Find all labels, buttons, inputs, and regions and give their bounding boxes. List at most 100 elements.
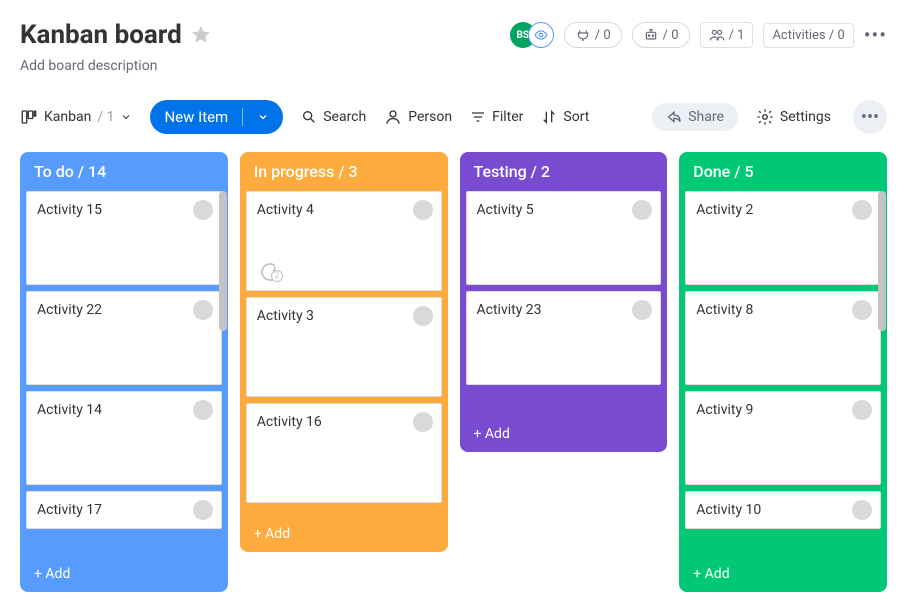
card-assignee-avatar[interactable] <box>852 500 872 520</box>
card-title: Activity 3 <box>257 308 431 324</box>
column-done: Done / 5Activity 2Activity 8Activity 9Ac… <box>679 152 887 592</box>
card-assignee-avatar[interactable] <box>413 306 433 326</box>
activities-button[interactable]: Activities / 0 <box>763 23 853 48</box>
kanban-board: To do / 14Activity 15Activity 22Activity… <box>10 152 897 592</box>
filter-button[interactable]: Filter <box>470 109 523 125</box>
watch-icon <box>528 22 554 48</box>
add-card-button[interactable]: + Add <box>20 556 228 592</box>
scrollbar-thumb[interactable] <box>878 191 886 331</box>
gear-icon <box>756 108 774 126</box>
search-icon <box>301 109 317 125</box>
column-body: Activity 2 Activity 8 Activity 9 Activity 1… <box>679 191 887 556</box>
people-count: / 1 <box>729 28 745 43</box>
view-label: Kanban <box>44 109 91 125</box>
settings-label: Settings <box>780 109 831 125</box>
share-button[interactable]: Share <box>652 103 738 131</box>
card-assignee-avatar[interactable] <box>193 500 213 520</box>
board-members[interactable]: BS <box>510 22 554 48</box>
card-title: Activity 5 <box>477 202 651 218</box>
column-todo: To do / 14Activity 15Activity 22Activity… <box>20 152 228 592</box>
card-title: Activity 16 <box>257 414 431 430</box>
comment-icon[interactable]: 2 <box>257 260 293 284</box>
column-progress: In progress / 3Activity 42Activity 3Acti… <box>240 152 448 552</box>
board-description[interactable]: Add board description <box>20 56 887 74</box>
people-button[interactable]: / 1 <box>700 22 754 48</box>
card-title: Activity 17 <box>37 502 211 518</box>
kanban-card[interactable]: Activity 17 <box>26 491 222 529</box>
add-card-button[interactable]: + Add <box>679 556 887 592</box>
column-testing: Testing / 2 Activity 5 Activity 23 + Add <box>460 152 668 452</box>
integration-count: / 0 <box>663 28 679 43</box>
kanban-card[interactable]: Activity 4 2 <box>246 191 442 291</box>
chevron-down-icon <box>120 111 132 123</box>
search-label: Search <box>323 109 366 125</box>
new-item-label: New Item <box>164 108 228 126</box>
more-menu-icon[interactable]: ••• <box>864 23 887 47</box>
kanban-card[interactable]: Activity 5 <box>466 191 662 285</box>
share-label: Share <box>688 109 724 125</box>
column-header[interactable]: Done / 5 <box>679 152 887 191</box>
card-title: Activity 10 <box>696 502 870 518</box>
people-icon <box>709 27 725 43</box>
card-assignee-avatar[interactable] <box>852 300 872 320</box>
column-header[interactable]: In progress / 3 <box>240 152 448 191</box>
sort-button[interactable]: Sort <box>541 109 589 125</box>
button-divider <box>242 108 243 126</box>
kanban-card[interactable]: Activity 10 <box>685 491 881 529</box>
filter-icon <box>470 109 486 125</box>
column-body: Activity 4 2 Activity 3 Activity 16 <box>240 191 448 516</box>
card-assignee-avatar[interactable] <box>193 200 213 220</box>
robot-icon <box>643 27 659 43</box>
plug-icon <box>575 27 591 43</box>
card-assignee-avatar[interactable] <box>852 200 872 220</box>
card-title: Activity 15 <box>37 202 211 218</box>
share-icon <box>666 109 682 125</box>
search-button[interactable]: Search <box>301 109 366 125</box>
view-count: / 1 <box>97 109 114 125</box>
card-assignee-avatar[interactable] <box>193 300 213 320</box>
card-title: Activity 4 <box>257 202 431 218</box>
column-body: Activity 15 Activity 22 Activity 14 Activit… <box>20 191 228 556</box>
add-card-button[interactable]: + Add <box>460 416 668 452</box>
settings-button[interactable]: Settings <box>756 108 831 126</box>
column-header[interactable]: To do / 14 <box>20 152 228 191</box>
column-body: Activity 5 Activity 23 <box>460 191 668 416</box>
card-title: Activity 22 <box>37 302 211 318</box>
card-assignee-avatar[interactable] <box>852 400 872 420</box>
toolbar: Kanban / 1 New Item Search Person Filter <box>10 84 897 152</box>
automation-button[interactable]: / 0 <box>564 22 622 48</box>
kanban-card[interactable]: Activity 8 <box>685 291 881 385</box>
person-icon <box>384 108 402 126</box>
card-title: Activity 9 <box>696 402 870 418</box>
kanban-card[interactable]: Activity 15 <box>26 191 222 285</box>
view-switcher[interactable]: Kanban / 1 <box>20 108 132 126</box>
scrollbar-thumb[interactable] <box>219 191 227 331</box>
kanban-card[interactable]: Activity 16 <box>246 403 442 503</box>
board-title[interactable]: Kanban board <box>20 20 182 50</box>
card-assignee-avatar[interactable] <box>193 400 213 420</box>
card-title: Activity 2 <box>696 202 870 218</box>
sort-icon <box>541 109 557 125</box>
add-card-button[interactable]: + Add <box>240 516 448 552</box>
kanban-card[interactable]: Activity 3 <box>246 297 442 397</box>
person-filter-button[interactable]: Person <box>384 108 452 126</box>
chevron-down-icon[interactable] <box>257 111 269 123</box>
column-header[interactable]: Testing / 2 <box>460 152 668 191</box>
new-item-button[interactable]: New Item <box>150 100 283 134</box>
filter-label: Filter <box>492 109 523 125</box>
activities-label: Activities / 0 <box>772 28 844 43</box>
integration-button[interactable]: / 0 <box>632 22 690 48</box>
favorite-star-icon[interactable] <box>190 24 212 46</box>
kanban-card[interactable]: Activity 22 <box>26 291 222 385</box>
card-assignee-avatar[interactable] <box>413 200 433 220</box>
kanban-card[interactable]: Activity 23 <box>466 291 662 385</box>
kanban-card[interactable]: Activity 2 <box>685 191 881 285</box>
board-header: Kanban board BS / 0 / <box>10 0 897 84</box>
kanban-card[interactable]: Activity 9 <box>685 391 881 485</box>
person-label: Person <box>408 109 452 125</box>
sort-label: Sort <box>563 109 589 125</box>
card-title: Activity 14 <box>37 402 211 418</box>
card-assignee-avatar[interactable] <box>413 412 433 432</box>
toolbar-more-icon[interactable]: ••• <box>853 100 887 134</box>
kanban-card[interactable]: Activity 14 <box>26 391 222 485</box>
